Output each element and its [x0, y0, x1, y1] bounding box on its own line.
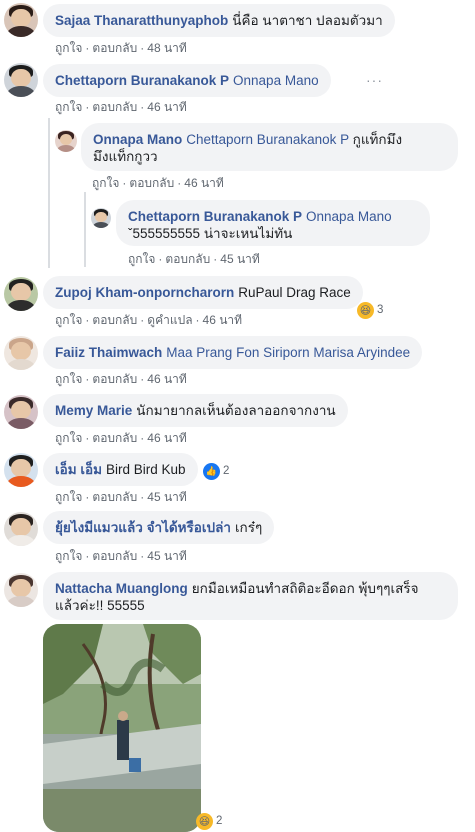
avatar[interactable]: [4, 512, 38, 546]
translate-link[interactable]: ดูคำแปล: [147, 313, 192, 327]
comment-actions: ถูกใจ · ตอบกลับ · 46 นาที: [92, 176, 224, 190]
author-name[interactable]: Chettaporn Buranakanok P: [128, 209, 302, 224]
reaction-count[interactable]: 😆 3: [357, 301, 383, 319]
comment-text: นักมายากลเห็นต้องลาออกจากงาน: [136, 403, 336, 418]
like-link[interactable]: ถูกใจ: [92, 176, 119, 190]
haha-icon: 😆: [357, 301, 374, 319]
author-name[interactable]: Sajaa Thanaratthunyaphob: [55, 13, 228, 28]
like-link[interactable]: ถูกใจ: [55, 313, 82, 327]
comment-actions: ถูกใจ · ตอบกลับ · 48 นาที: [55, 41, 187, 55]
author-name[interactable]: Memy Marie: [55, 403, 132, 418]
avatar[interactable]: [4, 453, 38, 487]
comment-text: นี่คือ นาตาชา ปลอมตัวมา: [232, 13, 383, 28]
reply-thread-line: [48, 118, 50, 268]
comment-bubble: Faiiz Thaimwach Maa Prang Fon Siriporn Ma…: [43, 336, 423, 369]
author-name[interactable]: Nattacha Muanglong: [55, 581, 188, 596]
avatar[interactable]: [55, 130, 77, 152]
reply-link[interactable]: ตอบกลับ: [165, 252, 210, 266]
comment-text: ยกมือเหมือนทำสถิติอะอีดอก พุ้บๆๆเสร็จ: [191, 581, 419, 596]
comment-text-line2: ˇ555555555 น่าจะเหนไม่ทัน: [128, 226, 293, 241]
comment-actions: ถูกใจ · ตอบกลับ · 45 นาที: [128, 252, 260, 266]
comment-text-line2: แล้วค่ะ!! 55555: [55, 598, 145, 613]
like-link[interactable]: ถูกใจ: [55, 41, 82, 55]
comment-text-line2: มึงแท็กกูวว: [93, 149, 158, 164]
timestamp[interactable]: 46 นาที: [184, 176, 224, 190]
comment-bubble: เอ็ม เอ็ม Bird Bird Kub: [43, 453, 198, 486]
comment-bubble: Nattacha Muanglong ยกมือเหมือนทำสถิติอะอี…: [43, 572, 458, 620]
author-name[interactable]: Faiiz Thaimwach: [55, 345, 162, 360]
author-name[interactable]: เอ็ม เอ็ม: [55, 462, 102, 477]
comment-bubble: Sajaa Thanaratthunyaphob นี่คือ นาตาชา ปล…: [43, 4, 395, 37]
comment-bubble: Zupoj Kham-onporncharorn RuPaul Drag Race: [43, 276, 363, 309]
mention-link[interactable]: Chettaporn Buranakanok P: [186, 132, 349, 147]
avatar[interactable]: [4, 277, 38, 311]
haha-icon: 😆: [196, 812, 213, 830]
comment-actions: ถูกใจ · ตอบกลับ · 46 นาที: [55, 431, 187, 445]
timestamp[interactable]: 45 นาที: [147, 490, 187, 504]
like-link[interactable]: ถูกใจ: [55, 100, 82, 114]
more-options-icon[interactable]: ···: [366, 72, 383, 88]
like-icon: 👍: [203, 462, 220, 480]
reply-thread-line: [84, 192, 86, 267]
avatar[interactable]: [91, 208, 111, 228]
comment-actions: ถูกใจ · ตอบกลับ · 45 นาที: [55, 549, 187, 563]
avatar[interactable]: [4, 573, 38, 607]
comment-bubble: Memy Marie นักมายากลเห็นต้องลาออกจากงาน: [43, 394, 348, 427]
reply-link[interactable]: ตอบกลับ: [92, 100, 137, 114]
like-link[interactable]: ถูกใจ: [55, 372, 82, 386]
timestamp[interactable]: 45 นาที: [147, 549, 187, 563]
comment-actions: ถูกใจ · ตอบกลับ · ดูคำแปล · 46 นาที: [55, 313, 243, 327]
timestamp[interactable]: 46 นาที: [203, 313, 243, 327]
reaction-count[interactable]: 👍 2: [203, 462, 229, 480]
reply-link[interactable]: ตอบกลับ: [92, 313, 137, 327]
comment-text: กูแท็กมึง: [352, 132, 403, 147]
avatar[interactable]: [4, 395, 38, 429]
comment-bubble: Onnapa Mano Chettaporn Buranakanok P กูแท…: [81, 123, 458, 171]
comment-actions: ถูกใจ · ตอบกลับ · 46 นาที: [55, 100, 187, 114]
reply-link[interactable]: ตอบกลับ: [92, 431, 137, 445]
comment-text: เกร๋ๆ: [234, 520, 263, 535]
timestamp[interactable]: 45 นาที: [220, 252, 260, 266]
reply-link[interactable]: ตอบกลับ: [92, 549, 137, 563]
comment-actions: ถูกใจ · ตอบกลับ · 46 นาที: [55, 372, 187, 386]
like-link[interactable]: ถูกใจ: [55, 490, 82, 504]
comment-actions: ถูกใจ · ตอบกลับ · 45 นาที: [55, 490, 187, 504]
avatar[interactable]: [4, 336, 38, 370]
avatar[interactable]: [4, 63, 38, 97]
comment-text: Bird Bird Kub: [106, 462, 186, 477]
like-link[interactable]: ถูกใจ: [55, 431, 82, 445]
avatar[interactable]: [4, 3, 38, 37]
author-name[interactable]: Chettaporn Buranakanok P: [55, 73, 229, 88]
timestamp[interactable]: 46 นาที: [147, 372, 187, 386]
reply-link[interactable]: ตอบกลับ: [129, 176, 174, 190]
comment-text: RuPaul Drag Race: [238, 285, 351, 300]
attached-photo[interactable]: [43, 624, 201, 832]
reply-link[interactable]: ตอบกลับ: [92, 490, 137, 504]
author-name[interactable]: Zupoj Kham-onporncharorn: [55, 285, 234, 300]
author-name[interactable]: ยุ้ยไงมีแมวแล้ว จำได้หรือเปล่า: [55, 520, 231, 535]
reaction-count[interactable]: 😆 2: [196, 812, 222, 830]
comment-bubble: Chettaporn Buranakanok P Onnapa Mano ˇ555…: [116, 200, 430, 246]
reply-link[interactable]: ตอบกลับ: [92, 41, 137, 55]
mention-link[interactable]: Onnapa Mano: [233, 73, 319, 88]
mention-link[interactable]: Onnapa Mano: [306, 209, 392, 224]
like-link[interactable]: ถูกใจ: [128, 252, 155, 266]
timestamp[interactable]: 46 นาที: [147, 431, 187, 445]
comment-bubble: Chettaporn Buranakanok P Onnapa Mano: [43, 64, 331, 97]
reply-link[interactable]: ตอบกลับ: [92, 372, 137, 386]
mention-link[interactable]: Maa Prang Fon Siriporn Marisa Aryindee: [166, 345, 410, 360]
comment-bubble: ยุ้ยไงมีแมวแล้ว จำได้หรือเปล่า เกร๋ๆ: [43, 511, 275, 544]
timestamp[interactable]: 48 นาที: [147, 41, 187, 55]
like-link[interactable]: ถูกใจ: [55, 549, 82, 563]
author-name[interactable]: Onnapa Mano: [93, 132, 182, 147]
timestamp[interactable]: 46 นาที: [147, 100, 187, 114]
